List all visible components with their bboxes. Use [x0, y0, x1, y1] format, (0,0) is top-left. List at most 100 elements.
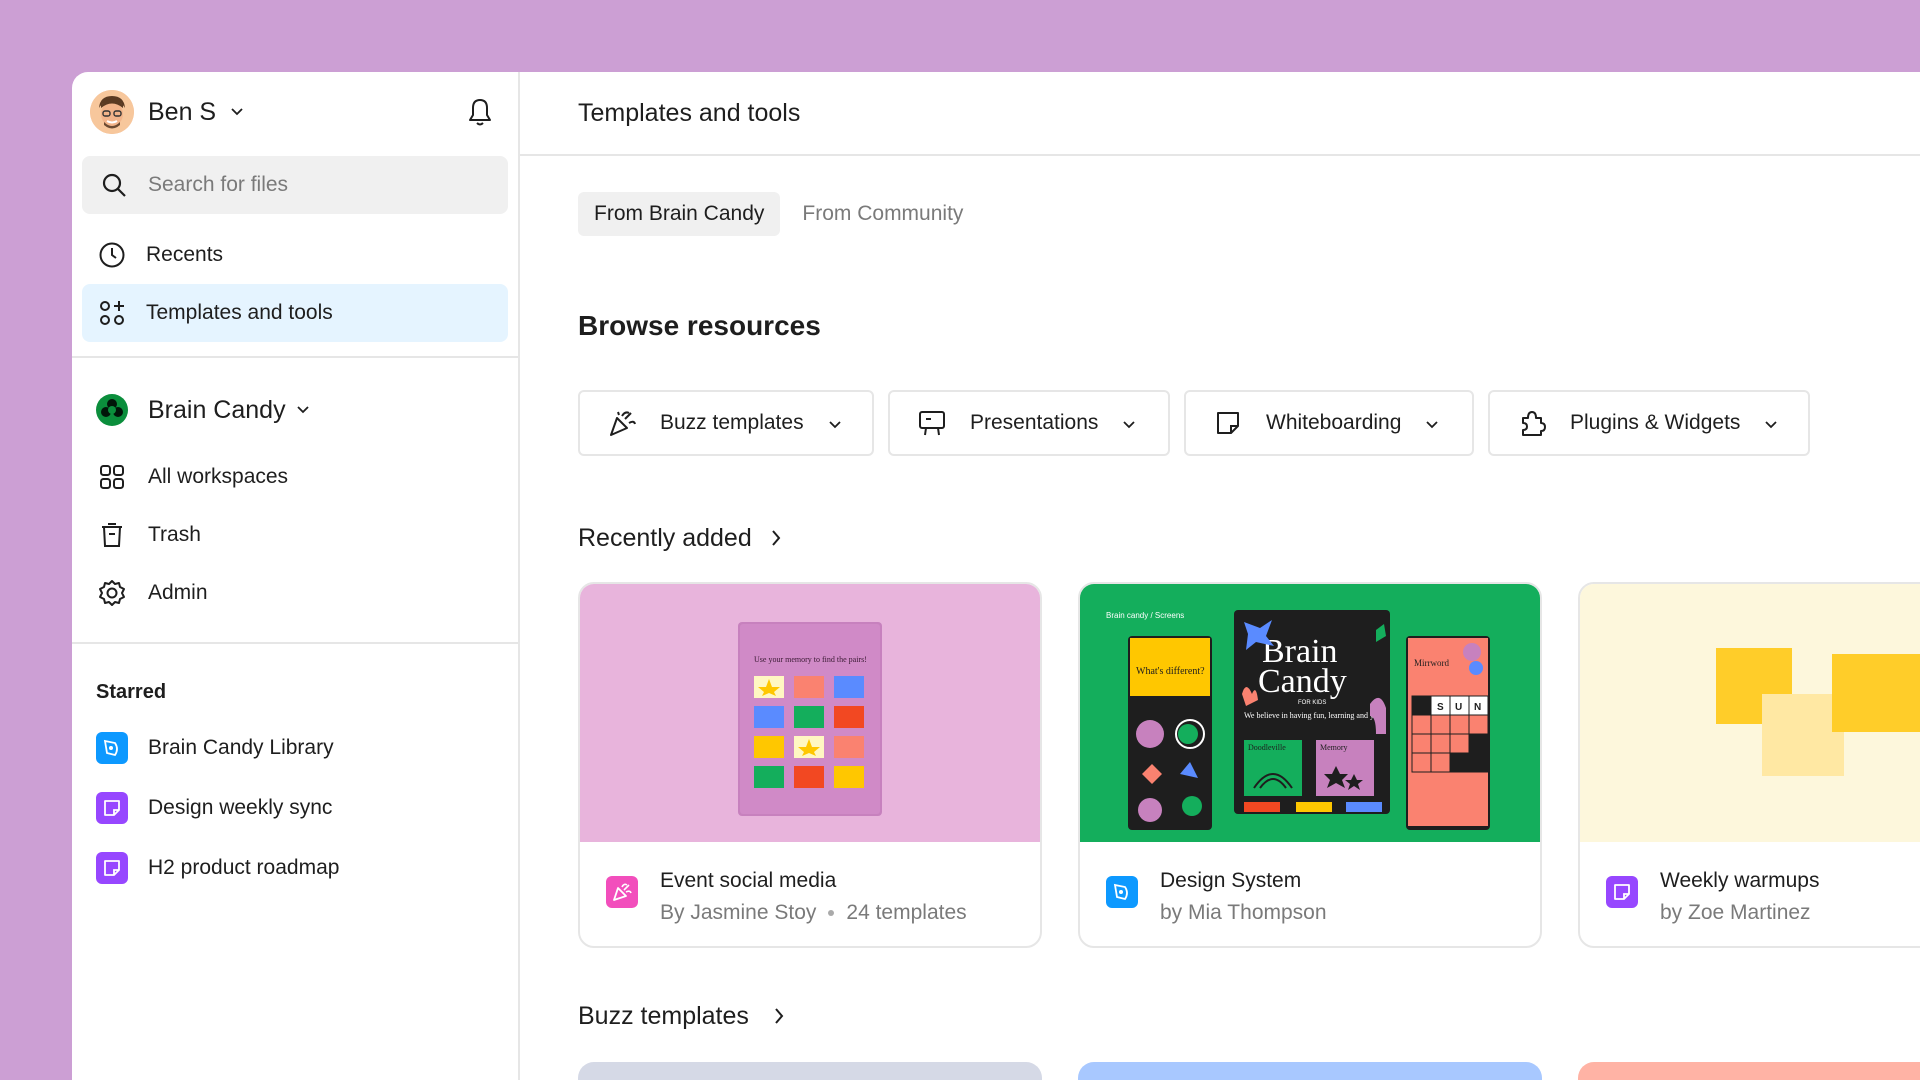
- chevron-right-icon: [773, 1007, 785, 1025]
- design-file-icon: [96, 732, 128, 764]
- puzzle-icon: [1516, 407, 1548, 439]
- template-card[interactable]: Brain candy / Screens What's different? …: [1078, 582, 1542, 948]
- bell-icon[interactable]: [464, 96, 496, 128]
- thumb-whats-different-text: What's different?: [1136, 666, 1205, 677]
- thumb-header-text: Brain candy / Screens: [1106, 611, 1184, 620]
- grid-icon: [96, 461, 128, 493]
- separator-dot: [828, 910, 835, 917]
- buzz-file-icon: [606, 876, 638, 908]
- card-author: By Jasmine Stoy: [660, 901, 817, 924]
- design-file-icon: [1106, 876, 1138, 908]
- filter-label: Buzz templates: [660, 411, 804, 434]
- chevron-down-icon[interactable]: [230, 103, 244, 121]
- filter-label: Presentations: [970, 411, 1099, 434]
- app-window: Ben S Recents: [72, 72, 1920, 1080]
- thumb-doodleville-text: Doodleville: [1248, 743, 1286, 752]
- chevron-down-icon: [828, 411, 842, 435]
- chevron-down-icon: [296, 401, 310, 419]
- top-bar: Templates and tools: [520, 72, 1920, 156]
- avatar[interactable]: [90, 90, 134, 134]
- thumb-candy-text: Candy: [1258, 663, 1347, 700]
- search-input[interactable]: [148, 173, 508, 197]
- sidebar-item-label: Templates and tools: [146, 301, 333, 324]
- card-info: Design System by Mia Thompson: [1080, 842, 1540, 928]
- user-name[interactable]: Ben S: [148, 98, 216, 127]
- sidebar-item-templates[interactable]: Templates and tools: [82, 284, 508, 342]
- gear-icon: [96, 577, 128, 609]
- card-thumbnail: Brain candy / Screens What's different? …: [1080, 584, 1540, 842]
- sidebar-item-trash[interactable]: Trash: [72, 506, 518, 564]
- chevron-down-icon: [1764, 411, 1778, 435]
- filter-buzz-templates[interactable]: Buzz templates: [578, 390, 874, 456]
- recent-cards: Use your memory to find the pairs! Event…: [520, 582, 1920, 948]
- figjam-file-icon: [96, 792, 128, 824]
- page-title: Templates and tools: [578, 98, 801, 127]
- sidebar-item-recents[interactable]: Recents: [82, 226, 508, 284]
- thumb-memory-text: Use your memory to find the pairs!: [754, 655, 867, 664]
- template-card[interactable]: Use your memory to find the pairs! Event…: [578, 582, 1042, 948]
- starred-item-label: Design weekly sync: [148, 796, 333, 819]
- buzz-card-preview[interactable]: [1078, 1062, 1542, 1080]
- source-tabs: From Brain Candy From Community: [520, 192, 1920, 236]
- recently-added-heading: Recently added: [578, 523, 752, 552]
- buzz-card-preview[interactable]: [578, 1062, 1042, 1080]
- starred-item[interactable]: Brain Candy Library: [72, 718, 518, 778]
- figjam-file-icon: [1606, 876, 1638, 908]
- thumb-memory-label-text: Memory: [1320, 743, 1348, 752]
- browse-heading: Browse resources: [578, 310, 821, 341]
- filter-whiteboarding[interactable]: Whiteboarding: [1184, 390, 1474, 456]
- buzz-templates-heading: Buzz templates: [578, 1001, 749, 1030]
- filter-presentations[interactable]: Presentations: [888, 390, 1170, 456]
- sidebar-item-admin[interactable]: Admin: [72, 564, 518, 622]
- team-name: Brain Candy: [148, 395, 286, 424]
- sidebar-item-label: Admin: [148, 581, 208, 604]
- trash-icon: [96, 519, 128, 551]
- sidebar-item-label: Trash: [148, 523, 201, 546]
- search-bar[interactable]: [82, 156, 508, 214]
- party-popper-icon: [606, 407, 638, 439]
- starred-item-label: Brain Candy Library: [148, 736, 334, 759]
- thumb-for-kids-text: FOR KIDS: [1298, 700, 1326, 706]
- chevron-down-icon: [1122, 411, 1136, 435]
- thumb-letter-n: N: [1474, 702, 1481, 713]
- starred-item-label: H2 product roadmap: [148, 856, 340, 879]
- user-row: Ben S: [72, 72, 518, 152]
- card-title: Event social media: [660, 869, 837, 892]
- team-switcher[interactable]: Brain Candy: [72, 380, 518, 440]
- card-info: Weekly warmups by Zoe Martinez: [1580, 842, 1920, 928]
- filter-plugins-widgets[interactable]: Plugins & Widgets: [1488, 390, 1810, 456]
- card-author: by Mia Thompson: [1160, 901, 1327, 924]
- team-logo-icon: [96, 394, 128, 426]
- figjam-file-icon: [96, 852, 128, 884]
- thumb-tagline-text: We believe in having fun, learning and y…: [1244, 711, 1385, 720]
- card-title: Weekly warmups: [1660, 869, 1820, 892]
- card-info: Event social media By Jasmine Stoy 24 tem…: [580, 842, 1040, 928]
- starred-heading: Starred: [96, 681, 167, 703]
- nav-list: Recents Templates and tools: [72, 226, 518, 342]
- thumb-letter-s: S: [1437, 702, 1444, 713]
- divider: [72, 356, 518, 358]
- buzz-card-preview[interactable]: [1578, 1062, 1920, 1080]
- presentation-icon: [916, 407, 948, 439]
- chevron-right-icon: [770, 529, 782, 547]
- card-author: by Zoe Martinez: [1660, 901, 1811, 924]
- sidebar-item-all-workspaces[interactable]: All workspaces: [72, 448, 518, 506]
- starred-item[interactable]: Design weekly sync: [72, 778, 518, 838]
- starred-item[interactable]: H2 product roadmap: [72, 838, 518, 898]
- buzz-cards: [520, 1062, 1920, 1080]
- card-thumbnail: [1580, 584, 1920, 842]
- sidebar-item-label: Recents: [146, 243, 224, 266]
- buzz-templates-link[interactable]: Buzz templates: [520, 998, 1920, 1034]
- filter-label: Whiteboarding: [1266, 411, 1402, 434]
- main-content: Templates and tools From Brain Candy Fro…: [520, 72, 1920, 1080]
- card-meta: By Jasmine Stoy 24 templates: [660, 898, 967, 928]
- tab-from-brain-candy[interactable]: From Brain Candy: [578, 192, 781, 236]
- card-count: 24 templates: [846, 901, 967, 924]
- templates-icon: [96, 297, 128, 329]
- template-card[interactable]: Weekly warmups by Zoe Martinez: [1578, 582, 1920, 948]
- sticky-note-icon: [1212, 407, 1244, 439]
- tab-from-community[interactable]: From Community: [786, 192, 979, 236]
- recently-added-link[interactable]: Recently added: [520, 520, 1920, 556]
- sidebar: Ben S Recents: [72, 72, 520, 1080]
- divider: [72, 642, 518, 644]
